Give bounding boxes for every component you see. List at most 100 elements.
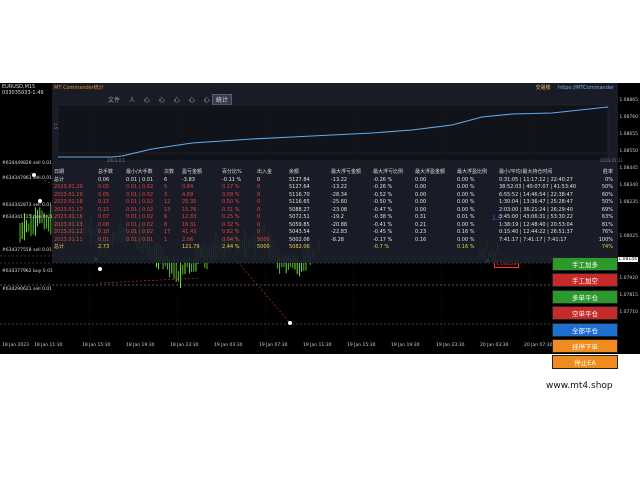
table-cell: 2023.01.17	[54, 206, 83, 213]
table-cell: 5127.64	[289, 184, 310, 190]
col-header: 余额	[289, 169, 300, 175]
table-cell: 2023.01.12	[54, 229, 83, 235]
position-label: #634290621 sell 0.01	[2, 287, 53, 292]
table-cell: 1:38:19 | 12:48:40 | 20:53:04	[499, 221, 573, 228]
table-cell: 5000	[257, 236, 270, 243]
table-cell: 2.73	[98, 244, 110, 250]
table-cell: 5082.06	[289, 244, 310, 250]
table-cell: 5116.65	[289, 199, 310, 205]
table-row: 2023.01.11 0.01 0.01 | 0.01 1 2.06 0.04 % 5000…	[52, 237, 618, 245]
col-header: 总手数	[98, 169, 114, 175]
time-tick: 18 Jan 2023	[2, 343, 29, 348]
table-cell: 8	[164, 221, 168, 228]
equity-date-start: 2023.0.1	[107, 158, 125, 163]
table-cell: 0.00	[415, 184, 427, 190]
time-tick: 19 Jan 03:30	[214, 343, 243, 348]
time-tick: 18 Jan 19:30	[126, 343, 155, 348]
table-cell: 38:52:03 | 40:07:07 | 41:53:40	[499, 184, 577, 190]
price-tick: 1.08865	[619, 98, 638, 103]
col-header: 胜率	[602, 169, 613, 175]
table-cell: 0.00 %	[457, 236, 475, 243]
col-header: 最小/平均/最大持仓时间	[499, 169, 553, 175]
table-cell: -22.83	[331, 229, 348, 235]
manual-buy-button[interactable]: 手工加多	[552, 257, 618, 271]
col-header: 最大浮亏比例	[373, 169, 404, 175]
table-cell: -0.26 %	[373, 176, 393, 183]
table-cell: 0	[257, 221, 261, 228]
position-label: #634449829 sell 0.01	[2, 161, 53, 166]
table-cell: 总计	[54, 176, 65, 183]
table-cell: 81%	[601, 221, 613, 228]
time-tick: 20 Jan 07:30	[524, 343, 553, 348]
panel-right-url[interactable]: https://MTCommander	[558, 85, 614, 91]
time-tick: 19 Jan 07:30	[259, 343, 288, 348]
table-cell: 5127.84	[289, 176, 310, 183]
time-tick: 20 Jan 03:30	[480, 343, 509, 348]
table-cell: 2023.01.16	[54, 214, 83, 220]
table-cell: 2023.01.18	[54, 199, 83, 205]
table-cell: 2023.01.11	[54, 236, 83, 243]
table-row: 总计 2.73 121.79 2.44 % 5000 5082.06 -0.7 % 0.16 …	[52, 244, 618, 252]
stop-ea-button[interactable]: 停止EA	[552, 355, 618, 370]
table-cell: 50%	[601, 184, 613, 190]
table-cell: 0.00 %	[457, 206, 475, 213]
col-header: 最小/大手数	[126, 169, 153, 175]
table-cell: 0.01 | 0.02	[126, 191, 154, 198]
table-cell: 41.43	[182, 229, 197, 235]
table-cell: 13	[164, 206, 171, 213]
close-all-button[interactable]: 全部平仓	[552, 322, 618, 337]
stats-table: 日期 总手数 最小/大手数 次数 盈亏金额 百分比% 出入金 余额 最大浮亏金额…	[52, 169, 618, 252]
trade-line	[99, 277, 201, 284]
pause-order-button[interactable]: 挂停下单	[552, 338, 618, 353]
table-cell: 0	[257, 229, 261, 235]
equity-axis-label: 1.5	[53, 123, 58, 130]
time-tick: 18 Jan 11:30	[34, 343, 63, 348]
table-cell: -20.88	[331, 221, 348, 228]
price-tick: 1.08025	[619, 234, 638, 239]
close-sell-button[interactable]: 空单平仓	[552, 306, 618, 321]
col-header: 最大浮盈金额	[415, 169, 446, 175]
trade-marker	[98, 267, 102, 271]
table-cell: 0.01 | 0.02	[126, 184, 154, 190]
position-label: #634341725 buy 0.01	[2, 215, 53, 220]
table-cell: 2023.01.19	[54, 191, 83, 198]
table-cell: 60%	[601, 191, 613, 198]
table-cell: 0.01 | 0.02	[126, 199, 154, 205]
table-cell: 0.01 | 0.02	[126, 229, 154, 235]
table-cell: 2.06	[182, 236, 194, 243]
table-cell: 0.16	[415, 236, 427, 243]
table-cell: 0.06	[98, 176, 110, 183]
table-cell: 1	[164, 236, 168, 243]
table-cell: 0.09 %	[222, 191, 240, 198]
table-cell: 3	[164, 191, 168, 198]
table-cell: 0.01 | 0.01	[126, 176, 154, 183]
table-cell: 0.01 | 0.02	[126, 221, 154, 228]
manual-sell-button[interactable]: 手工加空	[552, 273, 618, 288]
panel-right-info: 交易账 https://MTCommander	[536, 84, 614, 91]
table-cell: 0.32 %	[222, 221, 240, 228]
col-header: 出入金	[257, 169, 273, 175]
col-header: 盈亏金额	[182, 169, 203, 175]
price-tick: 1.08550	[619, 149, 638, 154]
table-cell: 100%	[598, 236, 613, 243]
position-label: #634377962 buy 0.01	[2, 269, 53, 274]
table-cell: 0.00 %	[457, 191, 475, 198]
panel-right-cn[interactable]: 交易账	[536, 85, 551, 91]
time-tick: 19 Jan 19:30	[391, 343, 420, 348]
table-cell: 6:55:52 | 14:46:54 | 22:38:47	[499, 191, 573, 198]
close-buy-button[interactable]: 多单平仓	[552, 289, 618, 304]
table-cell: 25.35	[182, 199, 197, 205]
position-label: #634342873 sell 0.01	[2, 203, 53, 208]
time-axis: 18 Jan 2023 18 Jan 11:30 18 Jan 15:30 18…	[0, 341, 618, 353]
table-cell: 0	[257, 176, 261, 183]
table-cell: 0.23	[415, 229, 427, 235]
table-cell: -0.41 %	[373, 221, 393, 228]
table-row: 2023.01.18 0.15 0.01 | 0.02 12 25.35 0.50 % 0 5…	[52, 199, 618, 207]
table-row: 2023.01.20 0.05 0.01 | 0.02 5 0.84 0.17 % 0 512…	[52, 184, 618, 192]
table-cell: 0.17 %	[222, 184, 240, 190]
time-tick: 19 Jan 11:30	[303, 343, 332, 348]
table-cell: -19.2	[331, 214, 344, 220]
table-cell: 5043.54	[289, 229, 310, 235]
table-cell: 2023.01.20	[54, 184, 83, 190]
table-cell: 1:30:04 | 13:36:47 | 25:28:47	[499, 199, 573, 205]
